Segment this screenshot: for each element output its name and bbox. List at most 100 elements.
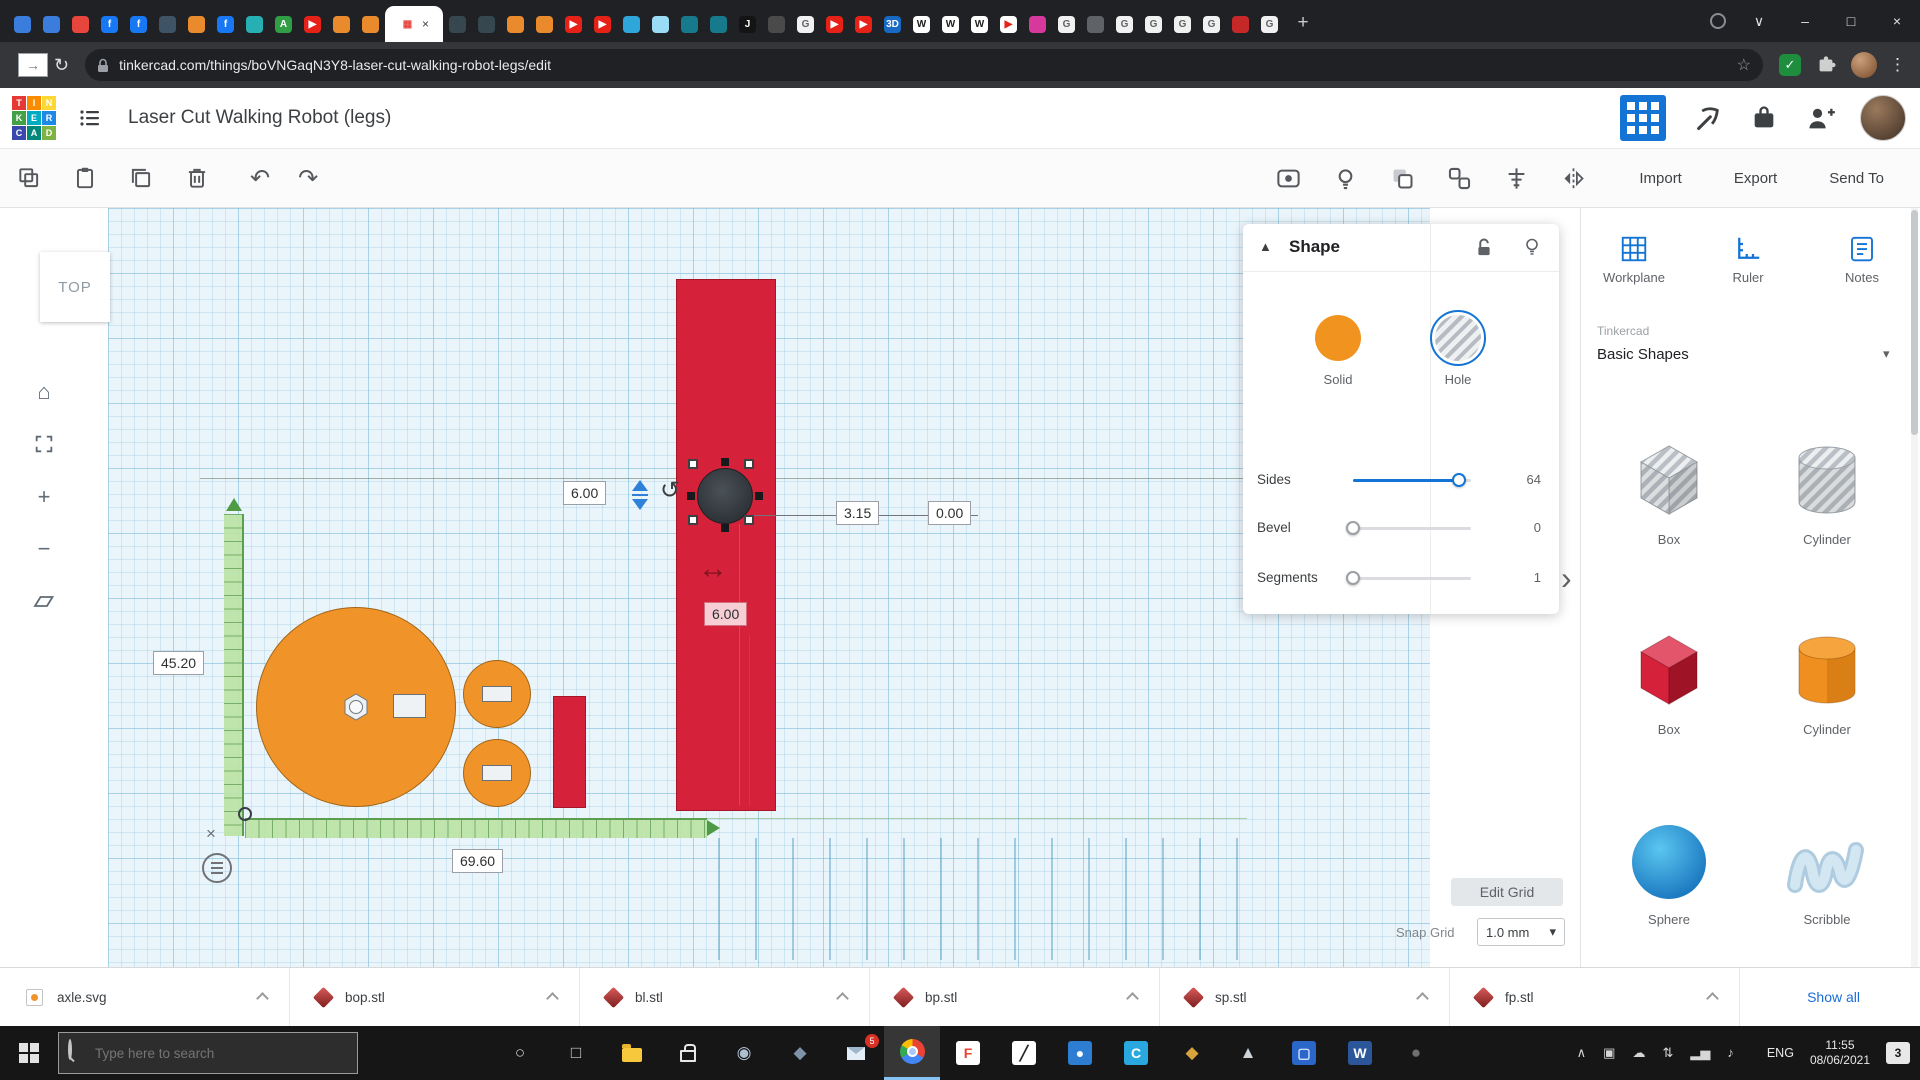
show-hide-icon[interactable]: [1275, 165, 1302, 192]
import-button[interactable]: Import: [1639, 170, 1682, 187]
paste-icon[interactable]: [72, 165, 98, 191]
ruler-origin-handle[interactable]: [238, 807, 252, 821]
rect-hole-large-disc[interactable]: [393, 694, 426, 718]
camera-app-icon[interactable]: ●: [1052, 1026, 1108, 1080]
browser-tab[interactable]: [8, 6, 37, 42]
workplane-view-button[interactable]: [30, 587, 58, 615]
browser-tab[interactable]: [1023, 6, 1052, 42]
browser-tab[interactable]: [182, 6, 211, 42]
download-item[interactable]: bp.stl: [870, 968, 1160, 1026]
mail-icon[interactable]: 5: [828, 1026, 884, 1080]
new-tab-button[interactable]: +: [1288, 8, 1318, 38]
browser-tab[interactable]: [617, 6, 646, 42]
download-menu-chevron-icon[interactable]: [1416, 992, 1429, 1005]
browser-menu-icon[interactable]: ⋮: [1889, 55, 1906, 75]
download-item[interactable]: sp.stl: [1160, 968, 1450, 1026]
browser-tab[interactable]: f: [211, 6, 240, 42]
browser-tab[interactable]: G: [1110, 6, 1139, 42]
app-diamond-dark-icon[interactable]: ◆: [772, 1026, 828, 1080]
taskbar-clock[interactable]: 11:55 08/06/2021: [1810, 1038, 1870, 1068]
edge-handle-bottom[interactable]: [721, 524, 729, 532]
browser-tab[interactable]: [66, 6, 95, 42]
lightbulb-icon[interactable]: [1332, 165, 1359, 192]
steam-icon[interactable]: ◉: [716, 1026, 772, 1080]
chrome-icon[interactable]: [884, 1026, 940, 1080]
sides-slider-knob[interactable]: [1452, 473, 1466, 487]
minecraft-pickaxe-icon[interactable]: [1694, 104, 1722, 132]
bevel-slider[interactable]: [1353, 527, 1471, 530]
scale-handle-sw[interactable]: [688, 515, 698, 525]
browser-tab[interactable]: ▶: [298, 6, 327, 42]
panel-collapse-icon[interactable]: ▲: [1259, 239, 1272, 254]
dimension-gap-input[interactable]: 3.15: [836, 501, 879, 525]
scrollbar-thumb[interactable]: [1911, 210, 1918, 435]
browser-tab[interactable]: [356, 6, 385, 42]
lock-aspect-icon[interactable]: [1475, 237, 1493, 257]
address-bar[interactable]: tinkercad.com/things/boVNGaqN3Y8-laser-c…: [85, 49, 1763, 81]
dimension-width-input[interactable]: 6.00: [563, 481, 606, 505]
browser-tab[interactable]: 3D: [878, 6, 907, 42]
bevel-slider-knob[interactable]: [1346, 521, 1360, 535]
tinkercad-logo[interactable]: T I N K E R C A D: [12, 96, 56, 140]
window-close-button[interactable]: ×: [1874, 0, 1920, 42]
file-explorer-icon[interactable]: [604, 1026, 660, 1080]
download-item[interactable]: axle.svg: [0, 968, 290, 1026]
store-icon[interactable]: [660, 1026, 716, 1080]
hole-swatch[interactable]: [1435, 315, 1481, 361]
shape-item-scribble[interactable]: Scribble: [1757, 810, 1897, 927]
blocks-view-button[interactable]: [1620, 95, 1666, 141]
hex-nut-hole[interactable]: [336, 687, 376, 727]
browser-tab[interactable]: [675, 6, 704, 42]
taskbar-search-input[interactable]: [58, 1032, 358, 1074]
task-view-icon[interactable]: □: [548, 1026, 604, 1080]
align-icon[interactable]: [1503, 165, 1530, 192]
send-to-button[interactable]: Send To: [1829, 170, 1884, 187]
download-item[interactable]: fp.stl: [1450, 968, 1740, 1026]
fit-view-button[interactable]: [30, 430, 58, 458]
sidebar-scrollbar[interactable]: [1911, 208, 1918, 967]
invite-person-icon[interactable]: [1806, 104, 1836, 132]
browser-tab[interactable]: [1226, 6, 1255, 42]
ruler-horizontal-value[interactable]: 69.60: [452, 849, 503, 873]
ruler-tool[interactable]: Ruler: [1702, 234, 1794, 285]
pyramid-app-icon[interactable]: ▲: [1220, 1026, 1276, 1080]
design-menu-icon[interactable]: [78, 106, 102, 130]
mirror-flip-icon[interactable]: [1560, 165, 1587, 192]
browser-tab[interactable]: W: [936, 6, 965, 42]
tray-icon[interactable]: ♪: [1727, 1045, 1734, 1061]
shape-item-cylinder-hole[interactable]: Cylinder: [1757, 430, 1897, 547]
redo-icon[interactable]: ↷: [298, 164, 318, 193]
browser-tab[interactable]: G: [1197, 6, 1226, 42]
blue-window-app-icon[interactable]: ▢: [1276, 1026, 1332, 1080]
notes-tool[interactable]: Notes: [1816, 234, 1908, 285]
browser-tab[interactable]: ▶: [820, 6, 849, 42]
segments-slider[interactable]: [1353, 577, 1471, 580]
browser-tab[interactable]: G: [1168, 6, 1197, 42]
design-title[interactable]: Laser Cut Walking Robot (legs): [128, 107, 391, 129]
ungroup-icon[interactable]: [1446, 165, 1473, 192]
move-handle-icon[interactable]: ↔: [698, 552, 728, 586]
download-menu-chevron-icon[interactable]: [1706, 992, 1719, 1005]
copy-icon[interactable]: [16, 165, 42, 191]
browser-tab[interactable]: f: [124, 6, 153, 42]
start-button[interactable]: [0, 1026, 58, 1080]
shape-item-box-solid[interactable]: Box: [1599, 620, 1739, 737]
dark-app-icon[interactable]: ●: [1388, 1026, 1444, 1080]
red-bar-small[interactable]: [553, 696, 586, 808]
reload-button[interactable]: ↻: [54, 55, 69, 76]
browser-tab[interactable]: [240, 6, 269, 42]
download-item[interactable]: bl.stl: [580, 968, 870, 1026]
tray-icon[interactable]: ∧: [1577, 1045, 1587, 1061]
bag-icon[interactable]: [1750, 104, 1778, 132]
shape-category-dropdown[interactable]: Basic Shapes: [1597, 346, 1689, 363]
cortana-icon[interactable]: ○: [492, 1026, 548, 1080]
solid-swatch[interactable]: [1315, 315, 1361, 361]
forward-button[interactable]: →: [18, 53, 48, 77]
ruler-vertical-value[interactable]: 45.20: [153, 651, 204, 675]
download-item[interactable]: bop.stl: [290, 968, 580, 1026]
height-resize-icon[interactable]: [630, 474, 650, 516]
browser-tab[interactable]: [646, 6, 675, 42]
panel-lightbulb-icon[interactable]: [1523, 237, 1541, 257]
segments-slider-knob[interactable]: [1346, 571, 1360, 585]
zoom-out-button[interactable]: −: [30, 535, 58, 563]
